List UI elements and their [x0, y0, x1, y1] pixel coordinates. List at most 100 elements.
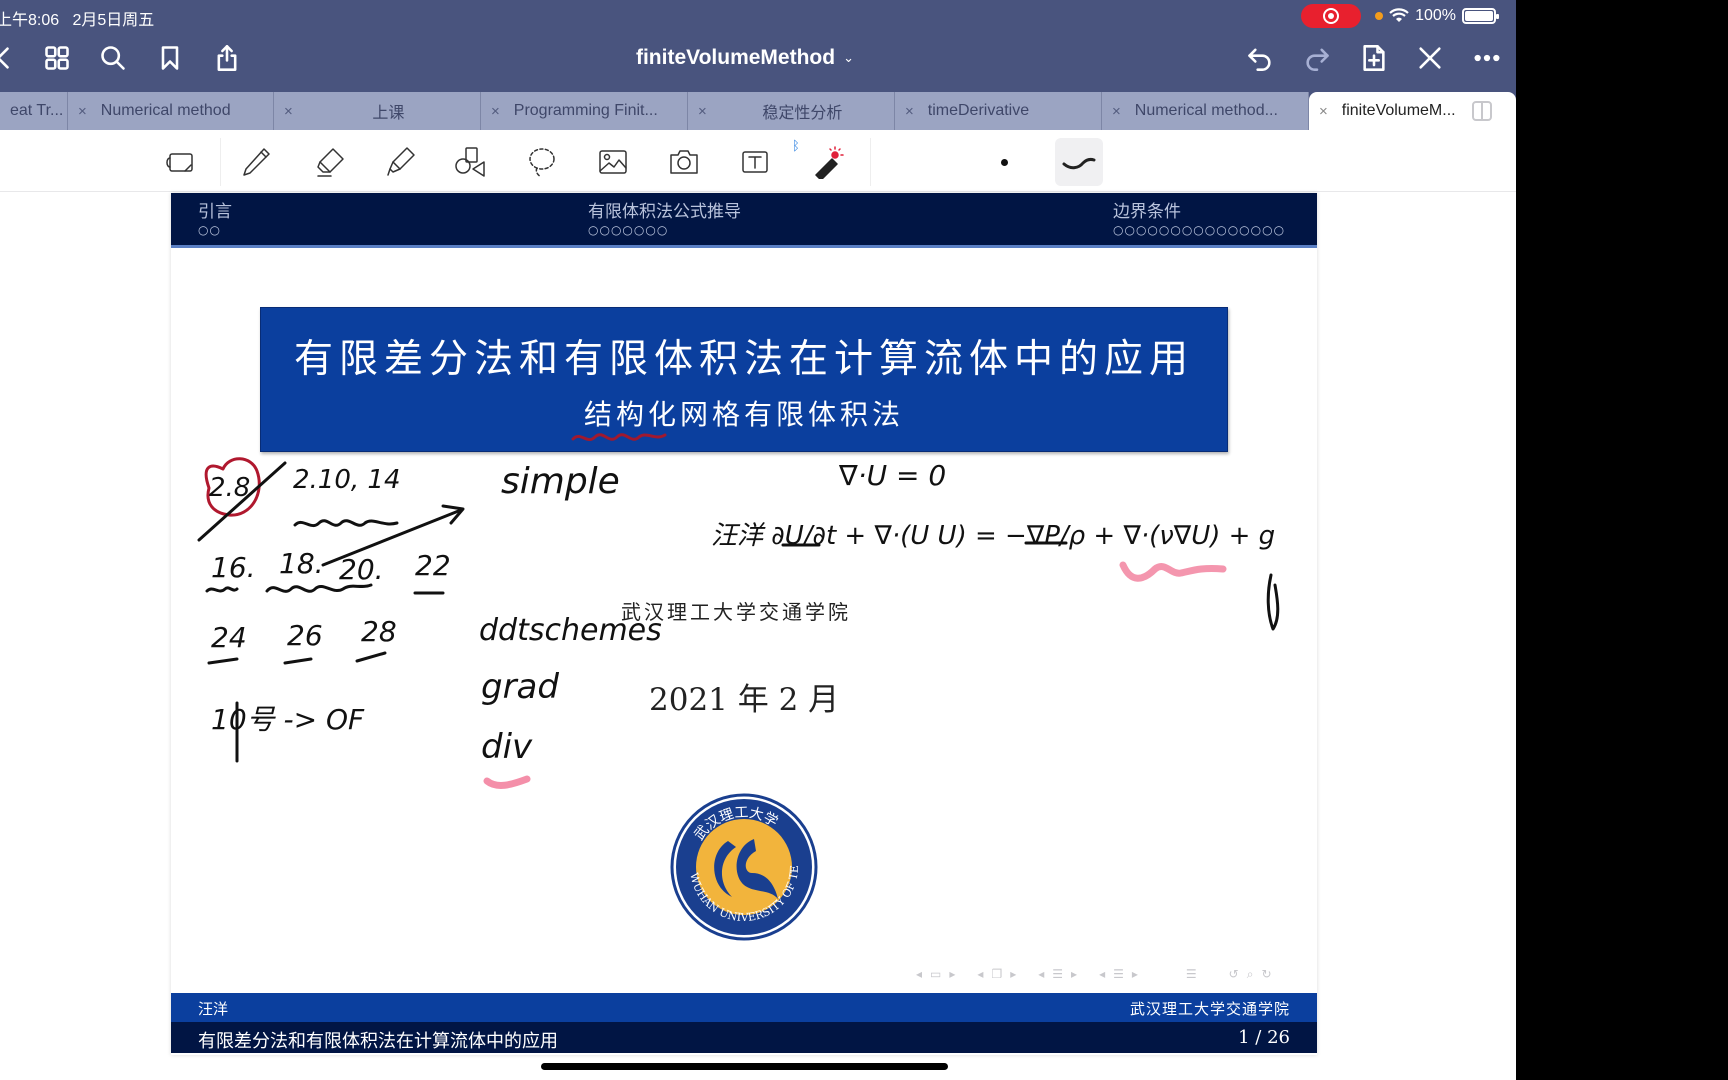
date-text: 2月5日周五	[72, 12, 155, 29]
appendix-icon[interactable]: ☰	[1186, 967, 1197, 981]
stroke-style-button[interactable]	[1055, 138, 1103, 186]
stroke-width-dot[interactable]	[1001, 159, 1008, 166]
tab-label: eat Tr...	[10, 102, 64, 119]
slide-footer-title: 有限差分法和有限体积法在计算流体中的应用 1 / 26	[171, 1022, 1317, 1053]
slide-section-header: 引言 ○○ 有限体积法公式推导 ○○○○○○○ 边界条件 ○○○○○○○○○○○○○○…	[171, 193, 1317, 248]
tab-label: Numerical method...	[1134, 102, 1278, 119]
slide-subtitle: 结构化网格有限体积法	[583, 398, 904, 431]
tab-programming-finite[interactable]: × Programming Finit...	[481, 92, 688, 130]
pdf-slide[interactable]: 引言 ○○ 有限体积法公式推导 ○○○○○○○ 边界条件 ○○○○○○○○○○○○○○…	[171, 193, 1317, 1055]
close-tab-icon[interactable]: ×	[1319, 103, 1328, 120]
nav-prev-icon[interactable]: ◂	[1038, 967, 1044, 981]
redo-icon[interactable]	[1301, 42, 1333, 74]
status-time: 上午8:06 2月5日周五	[0, 6, 154, 30]
section-label: 边界条件	[1113, 202, 1181, 221]
university-logo: WUHAN UNIVERSITY OF TECHNOLOGY 武汉理工大学	[670, 793, 818, 941]
forward-nav-icon[interactable]: ↻	[1261, 967, 1271, 981]
handwritten-note: simple	[501, 461, 620, 502]
close-tab-icon[interactable]: ×	[78, 103, 87, 120]
tab-label: 上课	[372, 105, 405, 122]
tab-stability-analysis[interactable]: × 稳定性分析	[688, 92, 895, 130]
tab-numerical-method[interactable]: × Numerical method	[68, 92, 274, 130]
close-tab-icon[interactable]: ×	[905, 103, 914, 120]
slide-title-box: 有限差分法和有限体积法在计算流体中的应用 结构化网格有限体积法	[260, 307, 1228, 452]
section-intro[interactable]: 引言 ○○	[198, 197, 232, 237]
tab-label: finiteVolumeM...	[1341, 102, 1456, 119]
handwritten-note: 16.	[211, 551, 256, 584]
tab-heat-transfer[interactable]: eat Tr...	[0, 92, 68, 130]
pink-highlight-wave	[1119, 561, 1227, 582]
nav-next-icon[interactable]: ▸	[1010, 967, 1016, 981]
record-icon	[1323, 8, 1340, 24]
handwritten-note: 2.8	[209, 473, 251, 503]
section-progress-dots: ○○○○○○○○○○○○○○○	[1113, 223, 1286, 237]
handwritten-note: 10号 -> OF	[211, 703, 365, 736]
mic-in-use-icon	[1375, 12, 1384, 20]
tab-bar: eat Tr... × Numerical method × 上课 × Program…	[0, 92, 1516, 130]
handwritten-note: 26	[287, 619, 323, 652]
wave-underline	[293, 519, 399, 528]
nav-next-icon[interactable]: ▸	[1132, 967, 1138, 981]
highlighter-icon[interactable]	[380, 142, 420, 182]
pen-icon[interactable]	[236, 142, 276, 182]
section-fvm-derivation[interactable]: 有限体积法公式推导 ○○○○○○○	[588, 197, 741, 237]
add-page-icon[interactable]	[1358, 42, 1390, 74]
subsection-icon[interactable]: ❐	[991, 967, 1002, 981]
section-boundary-conditions[interactable]: 边界条件 ○○○○○○○○○○○○○○○	[1113, 197, 1285, 237]
laser-pointer-icon[interactable]	[807, 142, 847, 182]
split-view-icon[interactable]	[1471, 101, 1492, 121]
tab-numerical-method-2[interactable]: × Numerical method...	[1102, 92, 1309, 130]
tab-shangke[interactable]: × 上课	[274, 92, 481, 130]
shapes-icon[interactable]	[450, 142, 490, 182]
nav-next-icon[interactable]: ▸	[1071, 967, 1077, 981]
section-progress-dots: ○○○○○○○	[588, 223, 669, 237]
close-edit-icon[interactable]	[1414, 42, 1446, 74]
handwritten-note: 18.	[279, 547, 324, 580]
top-navigation-bar: 上午8:06 2月5日周五 100% finiteVolumeMethod ⌄	[0, 0, 1516, 92]
frame-icon[interactable]: ▭	[930, 967, 941, 981]
document-title-text: finiteVolumeMethod	[635, 46, 836, 69]
presentation-date: 2021 年 2 月	[649, 682, 840, 718]
home-indicator[interactable]	[541, 1063, 948, 1070]
handwritten-equation: 汪洋 ∂U/∂t + ∇·(U U) = −∇P/ρ + ∇·(ν∇U) + g	[711, 521, 1276, 551]
more-icon[interactable]	[1471, 42, 1503, 74]
close-tab-icon[interactable]: ×	[1112, 103, 1121, 120]
battery-icon	[1462, 8, 1499, 24]
handwritten-note: 24	[211, 621, 247, 654]
handwritten-note: 20.	[339, 553, 384, 586]
camera-icon[interactable]	[664, 142, 704, 182]
handwritten-equation: ∇·U = 0	[839, 459, 947, 492]
nav-prev-icon[interactable]: ◂	[1099, 967, 1105, 981]
nav-next-icon[interactable]: ▸	[949, 967, 955, 981]
tab-label: timeDerivative	[927, 102, 1030, 119]
nav-prev-icon[interactable]: ◂	[916, 967, 922, 981]
section-icon[interactable]: ☰	[1052, 967, 1063, 981]
handwritten-note: ddtschemes	[479, 613, 662, 648]
close-tab-icon[interactable]: ×	[698, 103, 707, 120]
footer-title: 有限差分法和有限体积法在计算流体中的应用	[198, 1031, 558, 1051]
slide-footer-info: 汪洋 武汉理工大学交通学院	[171, 993, 1317, 1022]
find-icon[interactable]: ⌕	[1247, 967, 1254, 982]
document-icon[interactable]: ☰	[1113, 967, 1124, 981]
nav-prev-icon[interactable]: ◂	[977, 967, 983, 981]
close-tab-icon[interactable]: ×	[284, 103, 293, 120]
tab-label: Programming Finit...	[513, 102, 658, 119]
section-progress-dots: ○○	[198, 223, 221, 237]
text-box-icon[interactable]	[735, 142, 775, 182]
letterbox-band	[1516, 0, 1728, 1080]
image-icon[interactable]	[593, 142, 633, 182]
page-number: 1 / 26	[1238, 1027, 1290, 1048]
slide-title: 有限差分法和有限体积法在计算流体中的应用	[293, 337, 1194, 382]
undo-icon[interactable]	[1244, 42, 1276, 74]
handwritten-note: div	[481, 727, 533, 767]
tab-time-derivative[interactable]: × timeDerivative	[895, 92, 1102, 130]
section-label: 有限体积法公式推导	[588, 202, 741, 221]
pink-highlight	[483, 775, 531, 789]
back-nav-icon[interactable]: ↺	[1229, 967, 1239, 981]
read-mode-icon[interactable]	[160, 142, 200, 182]
eraser-icon[interactable]	[310, 142, 350, 182]
lasso-icon[interactable]	[522, 142, 562, 182]
close-tab-icon[interactable]: ×	[491, 103, 500, 120]
screen-recording-indicator[interactable]	[1301, 4, 1362, 28]
tab-finite-volume-method[interactable]: × finiteVolumeM...	[1309, 92, 1516, 130]
